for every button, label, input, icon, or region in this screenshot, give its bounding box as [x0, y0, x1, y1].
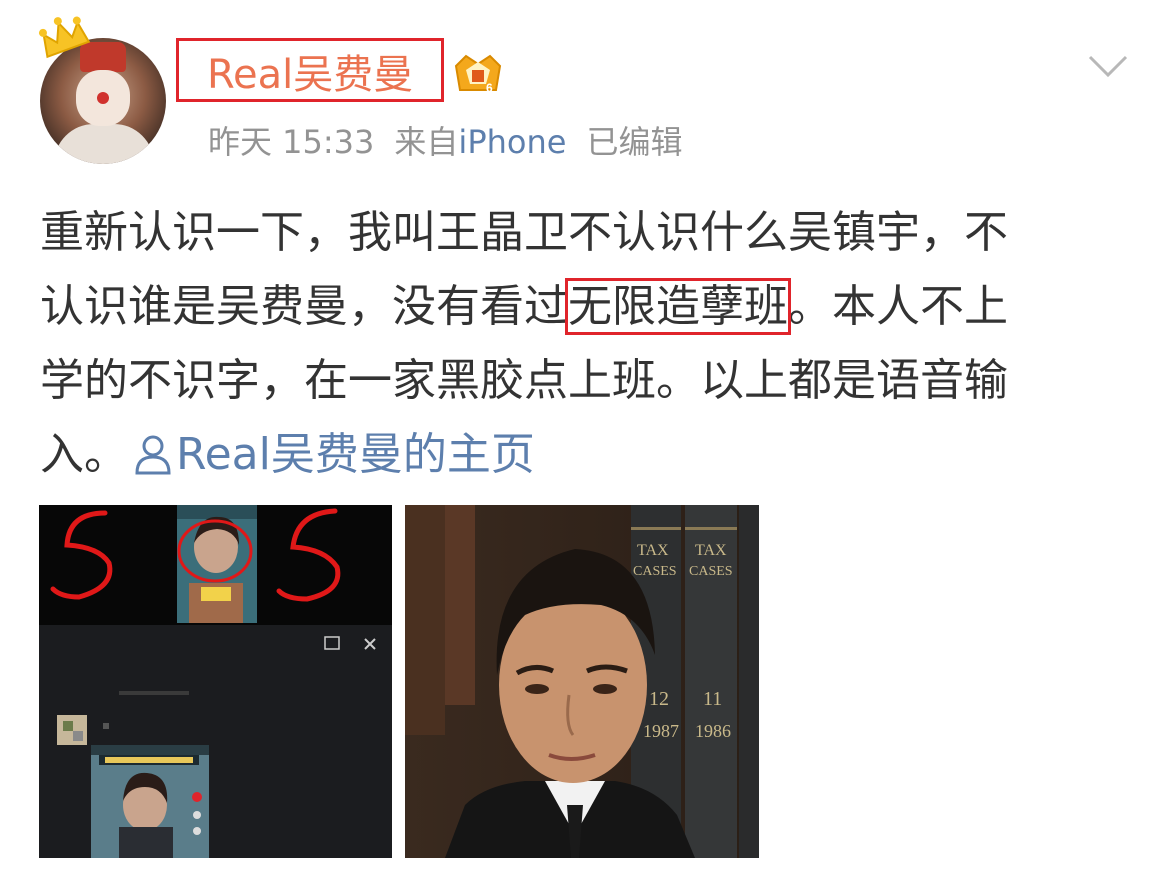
text-segment: 入。	[40, 429, 128, 480]
source-link[interactable]: iPhone	[458, 123, 566, 161]
highlighted-text: 无限造孽班	[565, 278, 791, 335]
svg-text:1986: 1986	[695, 721, 731, 741]
post-text-line: 认识谁是吴费曼，没有看过无限造孽班。本人不上	[40, 270, 1130, 344]
post-text-line: 入。 Real吴费曼的主页	[40, 418, 1130, 492]
svg-text:CASES: CASES	[633, 564, 677, 579]
post-meta: 昨天 15:33 来自iPhone 已编辑	[208, 120, 682, 164]
person-icon	[135, 435, 171, 475]
svg-text:TAX: TAX	[695, 542, 727, 559]
text-segment: 学的不识字，在一家黑胶点上班。以上都是语音输	[40, 355, 1008, 406]
svg-text:12: 12	[649, 688, 669, 710]
post-text-line: 重新认识一下，我叫王晶卫不认识什么吴镇宇，不	[40, 196, 1130, 270]
svg-text:1987: 1987	[643, 721, 679, 741]
svg-text:TAX: TAX	[637, 542, 669, 559]
text-segment: 。本人不上	[788, 281, 1008, 332]
avatar-area[interactable]	[34, 14, 174, 164]
source-prefix: 来自	[394, 123, 459, 161]
svg-text:6: 6	[486, 81, 493, 95]
post-time: 昨天 15:33	[208, 123, 375, 161]
vip-badge-icon[interactable]: 6	[452, 52, 504, 96]
screenshot-collage-image[interactable]	[39, 505, 392, 858]
crown-icon	[38, 16, 91, 59]
homepage-link[interactable]: Real吴费曼的主页	[128, 429, 535, 480]
text-segment: 认识谁是吴费曼，没有看过	[40, 281, 568, 332]
svg-text:11: 11	[703, 688, 722, 710]
homepage-link-label[interactable]: Real吴费曼的主页	[176, 429, 535, 480]
edited-label[interactable]: 已编辑	[586, 123, 682, 161]
tv-drama-still-image[interactable]: TAX CASES TAX CASES 12 11 1987 1986	[405, 505, 759, 858]
chevron-down-icon[interactable]	[1088, 54, 1128, 78]
post-text: 重新认识一下，我叫王晶卫不认识什么吴镇宇，不 认识谁是吴费曼，没有看过无限造孽班…	[40, 196, 1130, 492]
text-segment: 重新认识一下，我叫王晶卫不认识什么吴镇宇，不	[40, 207, 1008, 258]
svg-text:CASES: CASES	[689, 564, 733, 579]
post-text-line: 学的不识字，在一家黑胶点上班。以上都是语音输	[40, 344, 1130, 418]
username[interactable]: Real吴费曼	[207, 50, 413, 100]
